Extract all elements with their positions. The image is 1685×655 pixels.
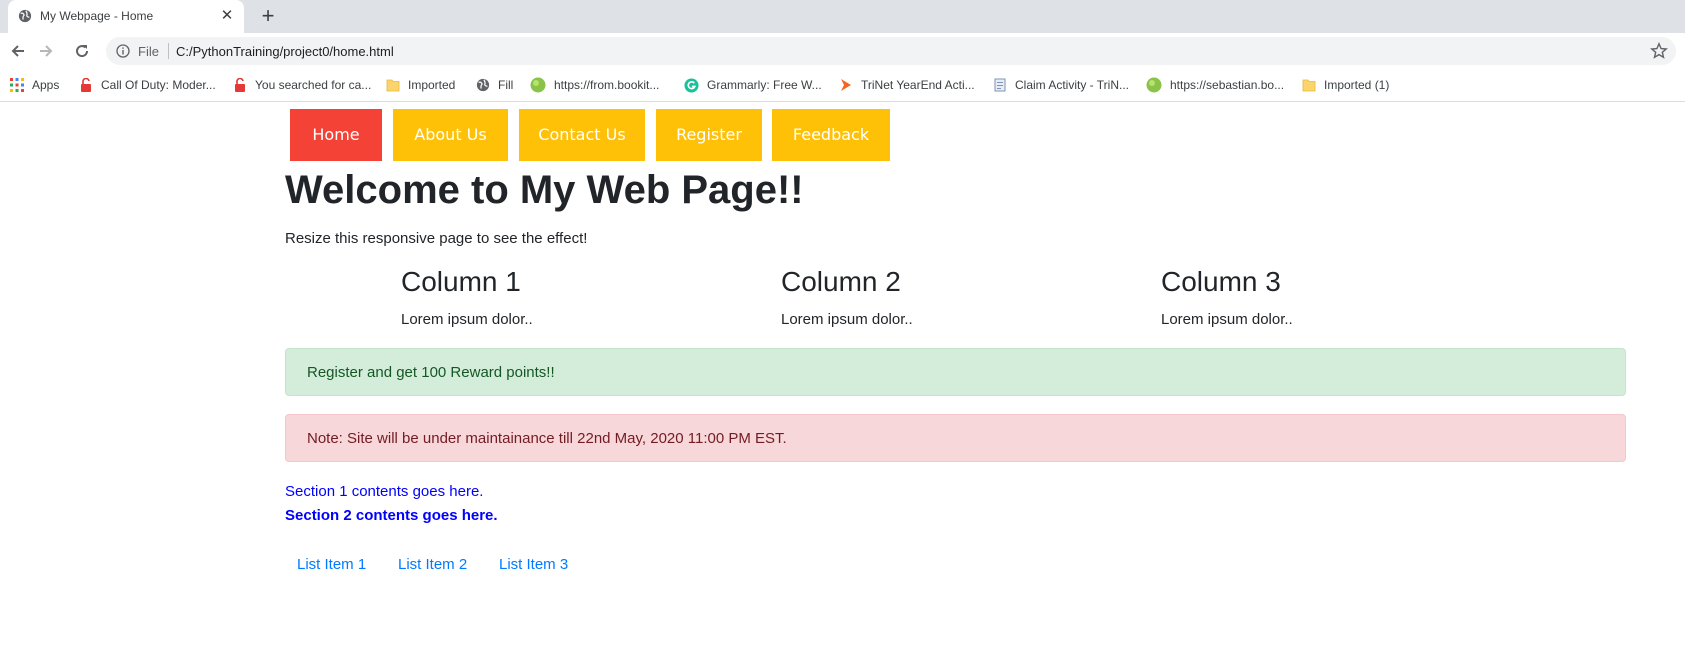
bookmark-label: Call Of Duty: Moder...	[101, 78, 216, 92]
column-3-title: Column 3	[1161, 266, 1281, 297]
browser-tab[interactable]: My Webpage - Home ✕	[8, 0, 244, 33]
globe-icon	[476, 78, 490, 92]
nav-contact-us-link[interactable]: Contact Us	[519, 109, 645, 161]
folder-icon	[1302, 79, 1316, 92]
bookmark-label: https://sebastian.bo...	[1170, 78, 1285, 92]
bookmarks-bar: Apps Call Of Duty: Moder... You searched…	[0, 69, 1685, 102]
nav-feedback-link[interactable]: Feedback	[772, 109, 890, 161]
bookmark-trinet-yearend[interactable]: TriNet YearEnd Acti...	[839, 76, 975, 94]
new-tab-button[interactable]: +	[256, 5, 280, 29]
address-bar[interactable]: File C:/PythonTraining/project0/home.htm…	[106, 37, 1676, 65]
bookmark-apps[interactable]: Apps	[10, 76, 59, 94]
column-1-title: Column 1	[401, 266, 521, 297]
list-item-2-link[interactable]: List Item 2	[398, 556, 467, 573]
url-scheme-label: File	[138, 44, 159, 59]
forward-arrow-icon	[40, 45, 53, 57]
bookmark-folder-imported-1[interactable]: Imported (1)	[1302, 76, 1389, 94]
bookmark-star-icon[interactable]	[1650, 42, 1668, 60]
tab-title: My Webpage - Home	[40, 9, 154, 23]
list-item-1-link[interactable]: List Item 1	[297, 556, 366, 573]
reload-button[interactable]	[70, 39, 94, 63]
nav-register-link[interactable]: Register	[656, 109, 762, 161]
document-icon	[994, 78, 1006, 92]
folder-icon	[386, 79, 400, 92]
back-button[interactable]	[6, 39, 30, 63]
bookmark-fill[interactable]: Fill	[476, 76, 513, 94]
green-ball-icon	[1146, 77, 1162, 93]
list-item-3-link[interactable]: List Item 3	[499, 556, 568, 573]
bookmark-label: TriNet YearEnd Acti...	[861, 78, 975, 92]
intro-text: Resize this responsive page to see the e…	[285, 230, 588, 247]
bookmark-from-bookit[interactable]: https://from.bookit...	[530, 76, 659, 94]
bookmark-label: Claim Activity - TriN...	[1015, 78, 1130, 92]
bookmark-label: https://from.bookit...	[554, 78, 660, 92]
globe-icon	[18, 9, 32, 23]
reload-icon	[76, 45, 89, 58]
section-1-text: Section 1 contents goes here.	[285, 483, 484, 500]
lock-icon	[235, 78, 245, 92]
bookmark-label: You searched for ca...	[255, 78, 372, 92]
close-tab-icon[interactable]: ✕	[218, 7, 236, 25]
column-1-text: Lorem ipsum dolor..	[401, 311, 533, 328]
bookmark-label: Fill	[498, 78, 514, 92]
browser-toolbar: File C:/PythonTraining/project0/home.htm…	[0, 33, 1685, 69]
tab-strip: My Webpage - Home ✕ +	[0, 0, 1685, 33]
column-2-title: Column 2	[781, 266, 901, 297]
bookmark-label: Apps	[32, 78, 60, 92]
column-3-text: Lorem ipsum dolor..	[1161, 311, 1293, 328]
grammarly-icon	[684, 77, 699, 93]
omnibox-divider	[168, 43, 169, 59]
green-ball-icon	[530, 77, 546, 93]
apps-grid-icon	[10, 78, 24, 92]
bookmark-label: Grammarly: Free W...	[707, 78, 822, 92]
bookmark-sebastian[interactable]: https://sebastian.bo...	[1146, 76, 1284, 94]
section-2-text: Section 2 contents goes here.	[285, 507, 498, 524]
reward-alert: Register and get 100 Reward points!!	[285, 348, 1626, 396]
bookmark-label: Imported (1)	[1324, 78, 1390, 92]
info-icon[interactable]	[116, 44, 130, 58]
bookmark-label: Imported	[408, 78, 456, 92]
url-text[interactable]: C:/PythonTraining/project0/home.html	[176, 44, 394, 59]
maintenance-alert: Note: Site will be under maintainance ti…	[285, 414, 1626, 462]
forward-button[interactable]	[34, 39, 58, 63]
nav-about-us-link[interactable]: About Us	[393, 109, 508, 161]
bookmark-folder-imported[interactable]: Imported	[386, 76, 455, 94]
bookmark-claim-activity[interactable]: Claim Activity - TriN...	[993, 76, 1129, 94]
trinet-icon	[841, 79, 851, 91]
column-2-text: Lorem ipsum dolor..	[781, 311, 913, 328]
bookmark-you-searched[interactable]: You searched for ca...	[233, 76, 371, 94]
bookmark-call-of-duty[interactable]: Call Of Duty: Moder...	[79, 76, 216, 94]
bookmark-grammarly[interactable]: Grammarly: Free W...	[684, 76, 822, 94]
back-arrow-icon	[11, 45, 24, 57]
lock-icon	[81, 78, 91, 92]
page-title: Welcome to My Web Page!!	[285, 168, 804, 212]
nav-home-link[interactable]: Home	[290, 109, 382, 161]
